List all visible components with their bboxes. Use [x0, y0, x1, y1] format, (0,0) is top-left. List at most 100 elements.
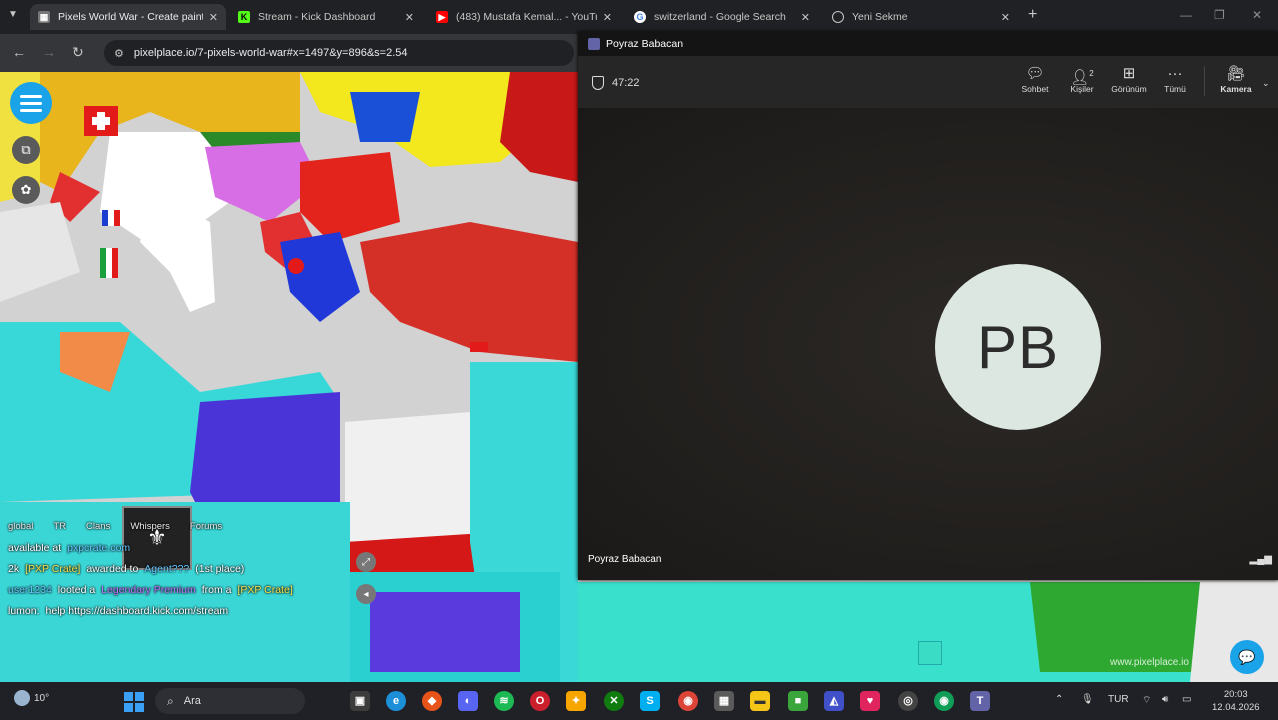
chat-tab-whispers[interactable]: Whispers	[130, 521, 170, 532]
view-button[interactable]: ⊞ Görünüm	[1107, 64, 1151, 94]
close-tab-icon[interactable]: ✕	[801, 11, 810, 24]
chat-user: user1234	[8, 583, 52, 596]
chat-link[interactable]: pxpcrate.com	[67, 542, 130, 554]
expand-icon[interactable]: ⤢	[356, 552, 376, 572]
chat-text: help https://dashboard.kick.com/stream	[45, 604, 229, 617]
tab-youtube[interactable]: ▶ (483) Mustafa Kemal... - YouTube ✕	[428, 4, 620, 30]
chat-icon: 💬︎	[1025, 65, 1045, 82]
toolbar-divider	[1204, 66, 1205, 96]
visual-studio-icon[interactable]: ◭	[824, 691, 844, 711]
chat-tab-clans[interactable]: Clans	[86, 521, 110, 532]
chat-tab-global[interactable]: global	[8, 521, 33, 532]
chat-open-button[interactable]: 💬	[1230, 640, 1264, 674]
tray-chevron-up-icon[interactable]: ⌃	[1055, 694, 1063, 705]
call-title-bar: Poyraz Babacan	[578, 32, 1278, 56]
participant-avatar: PB	[935, 264, 1101, 430]
windows-start-icon[interactable]	[124, 692, 144, 712]
app-icon[interactable]: ✦	[566, 691, 586, 711]
chat-item: [PXP Crate]	[25, 562, 81, 575]
reload-icon[interactable]: ↻	[72, 44, 84, 61]
palette-button[interactable]: ✿	[12, 176, 40, 204]
call-toolbar: 47:22 💬︎ Sohbet 👤︎2 Kişiler ⊞ Görünüm ··…	[578, 56, 1278, 108]
participant-name-label: Poyraz Babacan	[588, 554, 662, 565]
weather-icon	[14, 690, 30, 706]
more-button[interactable]: ··· Tümü	[1153, 64, 1197, 94]
address-bar[interactable]: ⚙ pixelplace.io/7-pixels-world-war#x=149…	[104, 40, 574, 66]
tab-google-search[interactable]: G switzerland - Google Search ✕	[626, 4, 818, 30]
tab-search-icon[interactable]: ▼	[8, 9, 18, 20]
forward-icon[interactable]: →	[42, 44, 56, 60]
chat-user: Agent???	[144, 562, 190, 575]
browser-tab-strip: ▼ ▦ Pixels World War - Create paint ✕ K …	[0, 0, 1278, 34]
language-indicator[interactable]: TUR	[1108, 694, 1129, 705]
close-tab-icon[interactable]: ✕	[1001, 11, 1010, 24]
weather-widget[interactable]: 10°	[14, 690, 49, 706]
site-watermark: www.pixelplace.io	[1110, 657, 1189, 668]
tab-title: Stream - Kick Dashboard	[258, 11, 376, 23]
chrome-profile-icon[interactable]: ◉	[934, 691, 954, 711]
teams-logo-icon	[588, 38, 600, 50]
volume-icon[interactable]: 🔊︎	[1162, 694, 1168, 705]
chat-text: looted a	[57, 583, 96, 596]
chrome-icon[interactable]: ◉	[678, 691, 698, 711]
chat-item: [PXP Crate]	[237, 583, 293, 596]
main-menu-button[interactable]	[10, 82, 52, 124]
tab-title: Yeni Sekme	[852, 11, 908, 23]
chat-tab-tr[interactable]: TR	[53, 521, 66, 532]
camera-button[interactable]: 🎥︎ Kamera	[1214, 64, 1258, 94]
minecraft-icon[interactable]: ■	[788, 691, 808, 711]
windows-taskbar: 10° ⌕ Ara ▣ e ◆ ◐ ≋ O ✦ ✕ S ◉ ▦ ▬ ■ ◭ ♥ …	[0, 682, 1278, 720]
skype-icon[interactable]: S	[640, 691, 660, 711]
app-icon-pink[interactable]: ♥	[860, 691, 880, 711]
sound-icon[interactable]: ◂	[356, 584, 376, 604]
call-video-stage: PB Poyraz Babacan ▂▄▆	[578, 108, 1278, 580]
chat-line: user1234 looted a Legendary Premium from…	[8, 579, 348, 600]
brave-icon[interactable]: ◆	[422, 691, 442, 711]
search-icon: ⌕	[167, 693, 174, 708]
search-placeholder: Ara	[183, 695, 201, 707]
minimize-icon[interactable]: —	[1180, 8, 1192, 22]
task-view-icon[interactable]: ▣	[350, 691, 370, 711]
map-layers-button[interactable]: ⧉	[12, 136, 40, 164]
tab-kick-dashboard[interactable]: K Stream - Kick Dashboard ✕	[230, 4, 422, 30]
new-tab-icon[interactable]: +	[1028, 6, 1037, 24]
xbox-icon[interactable]: ✕	[604, 691, 624, 711]
spotify-icon[interactable]: ≋	[494, 691, 514, 711]
teams-icon[interactable]: T	[970, 691, 990, 711]
browser-toolbar: ← → ↻ ⚙ pixelplace.io/7-pixels-world-war…	[0, 34, 578, 72]
tab-pixelplace[interactable]: ▦ Pixels World War - Create paint ✕	[30, 4, 226, 30]
discord-icon[interactable]: ◐	[458, 691, 478, 711]
close-tab-icon[interactable]: ✕	[405, 11, 414, 24]
file-explorer-icon[interactable]: ▬	[750, 691, 770, 711]
camera-options-chevron-down-icon[interactable]: ⌄	[1262, 78, 1270, 89]
tab-new-tab[interactable]: Yeni Sekme ✕	[824, 4, 1018, 30]
temperature: 10°	[34, 692, 50, 704]
grid-icon: ⊞	[1122, 65, 1136, 82]
site-info-icon[interactable]: ⚙	[114, 47, 124, 60]
maximize-icon[interactable]: ❐	[1214, 8, 1225, 22]
selected-color-swatch[interactable]	[918, 641, 942, 665]
edge-icon[interactable]: e	[386, 691, 406, 711]
view-label: Görünüm	[1111, 84, 1147, 94]
taskbar-search[interactable]: ⌕ Ara	[155, 688, 305, 714]
chat-tab-forums[interactable]: Forums	[190, 521, 222, 532]
kick-favicon-icon: K	[238, 11, 250, 23]
close-tab-icon[interactable]: ✕	[209, 11, 218, 24]
opera-icon[interactable]: O	[530, 691, 550, 711]
system-clock[interactable]: 20:03 12.04.2026	[1212, 688, 1260, 714]
battery-icon[interactable]: ▭	[1182, 694, 1191, 705]
chat-button[interactable]: 💬︎ Sohbet	[1013, 64, 1057, 94]
store-icon[interactable]: ▦	[714, 691, 734, 711]
chat-line: 2k [PXP Crate] awarded to Agent??? (1st …	[8, 558, 348, 579]
chat-item: Legendary Premium	[101, 583, 196, 596]
close-window-icon[interactable]: ✕	[1252, 8, 1262, 22]
back-icon[interactable]: ←	[12, 44, 26, 60]
chat-tabs: global TR Clans Whispers Forums	[8, 516, 348, 537]
camera-off-icon: 🎥︎	[1226, 65, 1246, 82]
chat-line: lumon: help https://dashboard.kick.com/s…	[8, 600, 348, 621]
obs-icon[interactable]: ◎	[898, 691, 918, 711]
microphone-icon[interactable]: 🎙︎	[1081, 694, 1094, 705]
people-button[interactable]: 👤︎2 Kişiler	[1060, 64, 1104, 94]
close-tab-icon[interactable]: ✕	[603, 11, 612, 24]
wifi-icon[interactable]: ⌔	[1142, 694, 1151, 707]
